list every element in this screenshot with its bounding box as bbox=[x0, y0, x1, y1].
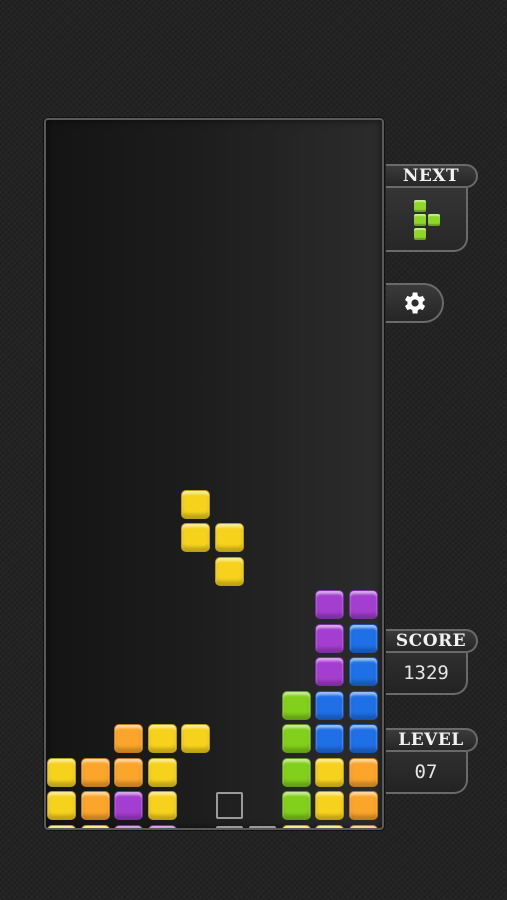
locked-block bbox=[281, 757, 311, 787]
locked-block bbox=[382, 657, 384, 686]
locked-block bbox=[315, 590, 344, 619]
locked-block bbox=[147, 757, 177, 787]
locked-block bbox=[382, 825, 384, 831]
locked-block bbox=[315, 657, 344, 686]
locked-block bbox=[281, 690, 311, 720]
locked-block bbox=[348, 757, 378, 787]
locked-block bbox=[348, 791, 378, 820]
locked-block bbox=[281, 824, 311, 828]
locked-block bbox=[348, 623, 378, 653]
locked-block bbox=[382, 791, 384, 820]
falling-block bbox=[214, 556, 244, 586]
locked-block bbox=[114, 724, 143, 753]
locked-block bbox=[114, 824, 143, 828]
locked-block bbox=[315, 791, 344, 820]
settings-button[interactable] bbox=[386, 283, 444, 323]
locked-block bbox=[147, 824, 177, 828]
locked-block bbox=[47, 791, 76, 820]
locked-block bbox=[315, 724, 344, 753]
locked-block bbox=[114, 791, 143, 820]
locked-block bbox=[348, 590, 378, 619]
locked-block bbox=[80, 824, 110, 828]
locked-block bbox=[80, 757, 110, 787]
falling-block bbox=[181, 523, 210, 552]
locked-block bbox=[147, 791, 177, 820]
next-label: NEXT bbox=[386, 164, 478, 188]
level-label: LEVEL bbox=[386, 728, 478, 752]
gear-icon bbox=[405, 292, 426, 314]
locked-block bbox=[348, 824, 378, 828]
locked-block bbox=[315, 623, 344, 653]
locked-block bbox=[315, 690, 344, 720]
locked-block bbox=[47, 824, 76, 828]
score-label: SCORE bbox=[386, 629, 478, 653]
score-value: 1329 bbox=[386, 653, 468, 695]
locked-block bbox=[315, 757, 344, 787]
game-board[interactable] bbox=[44, 118, 384, 830]
next-piece-block bbox=[414, 228, 426, 240]
next-piece-block bbox=[414, 214, 426, 226]
locked-block bbox=[281, 724, 311, 753]
locked-block bbox=[382, 691, 384, 720]
locked-block bbox=[114, 757, 143, 787]
locked-block bbox=[80, 791, 110, 820]
locked-block bbox=[281, 791, 311, 820]
locked-block bbox=[315, 824, 344, 828]
locked-block bbox=[147, 724, 177, 753]
locked-block bbox=[47, 757, 76, 787]
empty-slot-outline bbox=[249, 825, 276, 828]
falling-block bbox=[214, 523, 244, 552]
next-piece-preview bbox=[386, 188, 468, 252]
locked-block bbox=[348, 690, 378, 720]
level-value: 07 bbox=[386, 752, 468, 794]
locked-block bbox=[348, 657, 378, 686]
empty-slot-outline bbox=[215, 792, 243, 819]
locked-block bbox=[348, 724, 378, 753]
empty-slot-outline bbox=[215, 825, 243, 828]
locked-block bbox=[181, 724, 210, 753]
next-piece-block bbox=[414, 200, 426, 212]
next-piece-block bbox=[428, 214, 440, 226]
falling-block bbox=[181, 489, 210, 519]
